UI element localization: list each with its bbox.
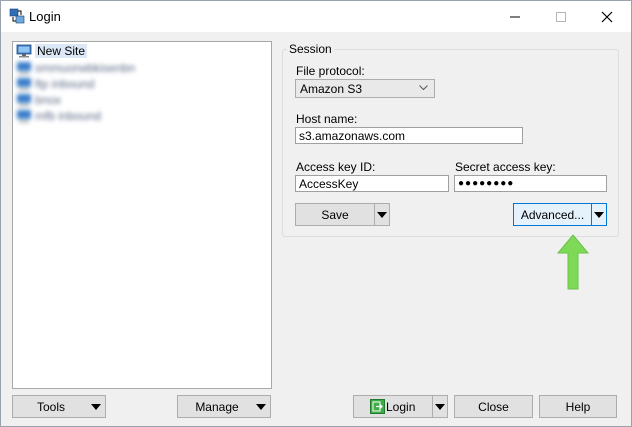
login-button[interactable]: Login (353, 395, 448, 418)
dropdown-arrow-icon (256, 404, 266, 410)
maximize-icon (556, 11, 566, 22)
dropdown-arrow-icon (435, 403, 445, 410)
computer-icon (17, 110, 31, 123)
tools-button-label: Tools (36, 399, 65, 414)
secret-key-value: ●●●●●●●● (458, 178, 515, 189)
close-icon (601, 11, 613, 22)
site-item-label: New Site (35, 44, 88, 58)
dropdown-arrow-icon (594, 211, 604, 218)
site-tree[interactable]: New Site smmuorwbkisenbn ftp inbound bno… (12, 41, 272, 389)
maximize-button[interactable] (538, 1, 584, 32)
winscp-app-icon (9, 8, 25, 24)
access-key-label: Access key ID: (296, 160, 376, 174)
dropdown-arrow-icon (91, 404, 101, 410)
site-item[interactable]: bnox (16, 92, 61, 108)
site-item-label: bnox (35, 93, 62, 107)
minimize-button[interactable] (492, 1, 538, 32)
manage-button-label: Manage (195, 399, 239, 414)
computer-icon (17, 94, 31, 107)
window-title: Login (29, 9, 61, 24)
site-item-label: mfb inbound (35, 109, 102, 123)
close-window-button[interactable] (584, 1, 630, 32)
host-name-input[interactable]: s3.amazonaws.com (295, 127, 523, 144)
save-button[interactable]: Save (295, 203, 390, 226)
site-item-label: smmuorwbkisenbn (35, 61, 136, 75)
help-button[interactable]: Help (539, 395, 617, 418)
file-protocol-value: Amazon S3 (300, 81, 363, 96)
close-button-label: Close (478, 399, 509, 414)
login-button-label: Login (386, 399, 416, 414)
access-key-input[interactable]: AccessKey (295, 175, 449, 192)
site-item[interactable]: smmuorwbkisenbn (16, 60, 135, 76)
advanced-button-label: Advanced... (520, 207, 585, 222)
secret-key-input[interactable]: ●●●●●●●● (454, 175, 607, 192)
login-dropdown-button[interactable] (432, 396, 447, 417)
close-button[interactable]: Close (454, 395, 533, 418)
site-item[interactable]: mfb inbound (16, 108, 101, 124)
dropdown-arrow-icon (377, 211, 387, 218)
tools-button[interactable]: Tools (12, 395, 106, 418)
computer-icon (16, 44, 32, 58)
site-item-label: ftp inbound (35, 77, 95, 91)
session-group-label: Session (287, 42, 334, 56)
save-dropdown-button[interactable] (374, 204, 389, 225)
chevron-down-icon (419, 85, 428, 91)
manage-button[interactable]: Manage (177, 395, 271, 418)
secret-key-label: Secret access key: (455, 160, 556, 174)
computer-icon (17, 62, 31, 75)
minimize-icon (510, 16, 520, 17)
computer-icon (17, 78, 31, 91)
site-item[interactable]: ftp inbound (16, 76, 94, 92)
access-key-value: AccessKey (299, 176, 359, 191)
advanced-dropdown-button[interactable] (591, 204, 606, 225)
advanced-button[interactable]: Advanced... (513, 203, 607, 226)
save-button-label: Save (321, 207, 349, 222)
host-name-value: s3.amazonaws.com (299, 128, 406, 143)
file-protocol-label: File protocol: (296, 64, 365, 78)
login-window: Login New Site smmuorwbkisenbn ftp inbou… (0, 0, 632, 427)
site-item-new-site[interactable]: New Site (16, 43, 88, 59)
help-button-label: Help (565, 399, 591, 414)
title-bar[interactable]: Login (1, 1, 631, 32)
host-name-label: Host name: (296, 112, 358, 126)
login-icon (370, 399, 385, 414)
file-protocol-select[interactable]: Amazon S3 (295, 79, 435, 98)
pointer-arrow-icon (556, 234, 590, 290)
